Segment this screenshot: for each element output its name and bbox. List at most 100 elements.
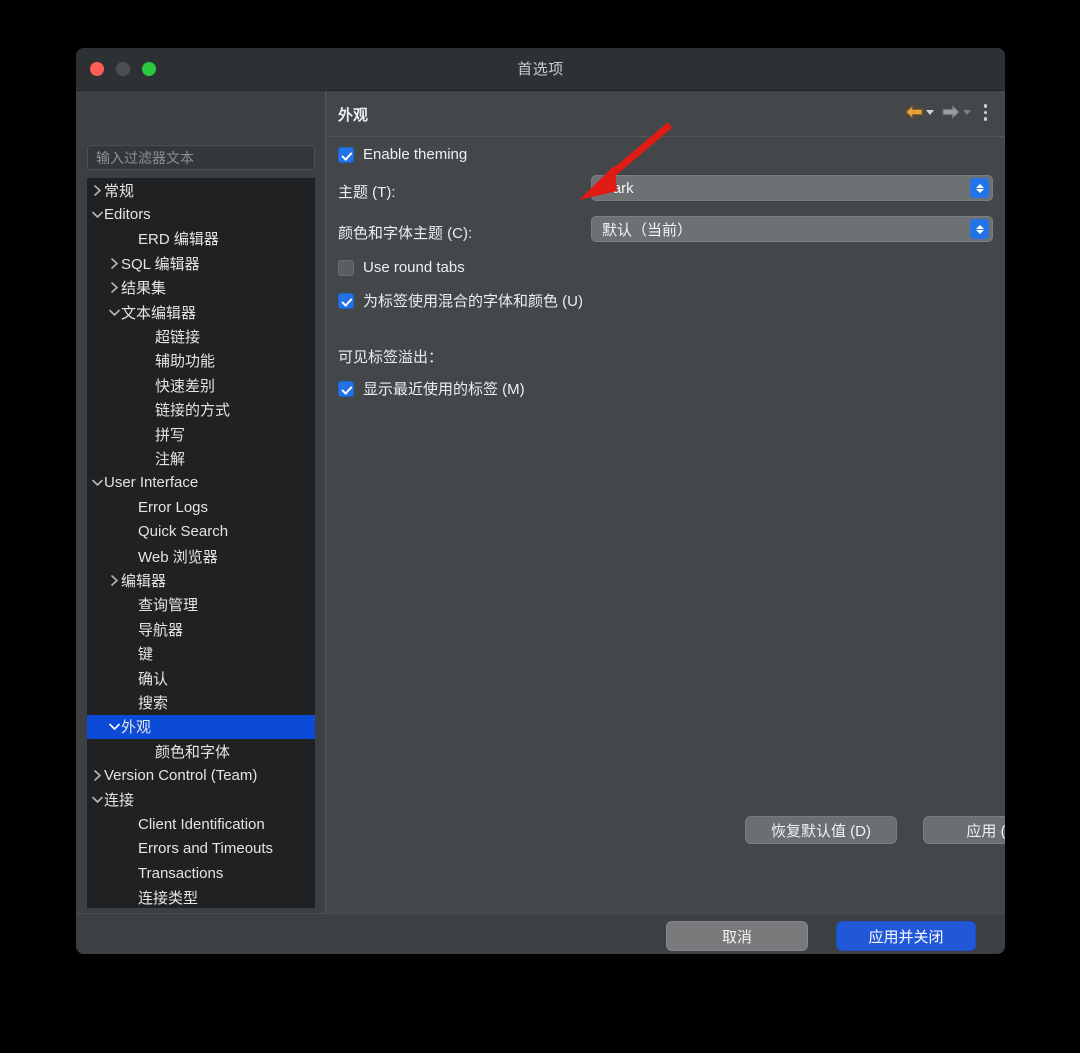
tree-item-label: 结果集 [121, 280, 167, 298]
tree-item[interactable]: 链接的方式 [87, 398, 315, 422]
chevron-right-icon[interactable] [91, 184, 104, 196]
chevron-right-icon[interactable] [91, 770, 104, 781]
enable-theming-checkbox[interactable] [338, 146, 354, 163]
apply-and-close-button[interactable]: 应用并关闭 [836, 921, 976, 951]
chevron-right-icon[interactable] [108, 282, 121, 294]
tree-item-label: ERD 编辑器 [138, 231, 219, 249]
tree-item[interactable]: 搜索 [87, 690, 315, 714]
tree-item[interactable]: Quick Search [87, 519, 315, 543]
color-font-theme-label: 颜色和字体主题 (C): [338, 225, 473, 242]
tree-item-label: 注解 [155, 450, 186, 468]
tree-item[interactable]: 文本编辑器 [87, 300, 315, 324]
tree-item[interactable]: Error Logs [87, 495, 315, 519]
tree-item-label: 快速差别 [155, 377, 216, 395]
apply-button[interactable]: 应用 (A) [923, 816, 1005, 844]
color-font-theme-value: 默认（当前） [602, 221, 693, 239]
tree-item-label: 查询管理 [138, 597, 199, 615]
color-font-theme-stepper-icon[interactable] [970, 219, 989, 239]
recent-tabs-checkbox[interactable] [338, 380, 354, 397]
tree-item[interactable]: Web 浏览器 [87, 544, 315, 568]
tree-item[interactable]: 辅助功能 [87, 349, 315, 373]
round-tabs-row[interactable]: Use round tabs [338, 259, 465, 276]
filter-input[interactable] [87, 145, 315, 170]
chevron-down-icon[interactable] [108, 308, 121, 317]
tree-item-label: 连接类型 [138, 890, 199, 908]
kebab-menu-icon[interactable] [976, 100, 996, 125]
tree-item-label: Transactions [138, 864, 224, 882]
mixed-fonts-checkbox[interactable] [338, 292, 354, 309]
tree-item[interactable]: Transactions [87, 861, 315, 885]
preferences-sidebar: 常规 Editors ERD 编辑器 SQL 编辑器结果集文本编辑器超链接辅助功能快速… [76, 91, 325, 913]
mixed-fonts-row[interactable]: 为标签使用混合的字体和颜色 (U) [338, 290, 583, 311]
tree-item[interactable]: ERD 编辑器 [87, 227, 315, 251]
tree-item-label: 辅助功能 [155, 353, 216, 371]
tree-item[interactable]: 颜色和字体 [87, 739, 315, 763]
tree-item-label: 超链接 [155, 329, 201, 347]
chevron-right-icon[interactable] [108, 258, 121, 269]
recent-tabs-row[interactable]: 显示最近使用的标签 (M) [338, 378, 525, 399]
tree-item[interactable]: 连接 [87, 788, 315, 812]
chevron-down-icon[interactable] [108, 722, 121, 731]
enable-theming-row[interactable]: Enable theming [338, 146, 467, 163]
tree-item[interactable]: Version Control (Team) [87, 763, 315, 787]
tree-item[interactable]: 键 [87, 641, 315, 665]
tree-item[interactable]: User Interface [87, 471, 315, 495]
tree-item[interactable]: Client Identification [87, 812, 315, 836]
tree-item[interactable]: 常规 [87, 178, 315, 202]
page-title: 外观 [338, 107, 369, 124]
arrow-right-icon [942, 105, 960, 120]
mixed-fonts-label: 为标签使用混合的字体和颜色 (U) [363, 293, 583, 310]
chevron-down-icon[interactable] [91, 210, 104, 219]
tree-item-label: 拼写 [155, 426, 186, 444]
tree-item[interactable]: Errors and Timeouts [87, 837, 315, 861]
forward-button[interactable] [939, 101, 973, 123]
round-tabs-label: Use round tabs [363, 259, 465, 276]
panel-toolbar [902, 100, 996, 125]
theme-value: Dark [602, 179, 634, 197]
back-dropdown-caret-icon[interactable] [925, 109, 934, 115]
tree-item-label: 文本编辑器 [121, 304, 197, 322]
theme-combobox[interactable]: Dark [591, 175, 993, 201]
enable-theming-label: Enable theming [363, 146, 468, 163]
chevron-right-icon[interactable] [108, 575, 121, 586]
tree-item-label: Web 浏览器 [138, 548, 218, 566]
tree-item[interactable]: 查询管理 [87, 593, 315, 617]
chevron-down-icon[interactable] [91, 478, 104, 487]
restore-defaults-button[interactable]: 恢复默认值 (D) [745, 816, 897, 844]
tree-item[interactable]: 外观 [87, 714, 315, 739]
tree-item-label: User Interface [104, 474, 199, 492]
tree-item-label: 外观 [121, 719, 152, 737]
color-font-theme-combobox[interactable]: 默认（当前） [591, 216, 993, 242]
tree-item[interactable]: SQL 编辑器 [87, 251, 315, 275]
tree-item-label: 键 [138, 646, 154, 664]
preferences-tree[interactable]: 常规 Editors ERD 编辑器 SQL 编辑器结果集文本编辑器超链接辅助功能快速… [87, 178, 315, 908]
tree-item[interactable]: 结果集 [87, 276, 315, 300]
tree-item[interactable]: 注解 [87, 446, 315, 470]
tree-item-label: Client Identification [138, 815, 265, 833]
theme-stepper-icon[interactable] [970, 178, 989, 198]
preferences-main-panel: 外观 Enable theming 主题 (T): Dark 颜色和字体主题 (… [326, 91, 1005, 913]
tree-item[interactable]: 编辑器 [87, 568, 315, 592]
theme-label: 主题 (T): [338, 184, 396, 201]
cancel-button[interactable]: 取消 [666, 921, 808, 951]
tree-item[interactable]: 拼写 [87, 422, 315, 446]
forward-dropdown-caret-icon[interactable] [962, 109, 971, 115]
tree-item[interactable]: 快速差别 [87, 373, 315, 397]
tree-item-label: Editors [104, 206, 151, 224]
back-button[interactable] [902, 101, 936, 123]
tree-item[interactable]: Editors [87, 202, 315, 226]
tree-item[interactable]: 确认 [87, 666, 315, 690]
tree-item-label: 搜索 [138, 694, 169, 712]
tree-item[interactable]: 导航器 [87, 617, 315, 641]
arrow-left-icon [904, 105, 922, 120]
tree-item[interactable]: 连接类型 [87, 885, 315, 908]
tree-item-label: Version Control (Team) [104, 767, 258, 785]
overflow-group-title: 可见标签溢出： [338, 349, 444, 366]
tree-item-label: 链接的方式 [155, 402, 231, 420]
tree-item[interactable]: 超链接 [87, 324, 315, 348]
round-tabs-checkbox[interactable] [338, 259, 354, 276]
chevron-down-icon[interactable] [91, 795, 104, 804]
screen-root: 首选项 常规 Editors ERD 编辑器 SQL 编辑器结果集文本编辑器超链接辅助… [0, 0, 1080, 1053]
tree-item-label: 常规 [104, 182, 135, 200]
tree-item-label: Quick Search [138, 523, 229, 541]
